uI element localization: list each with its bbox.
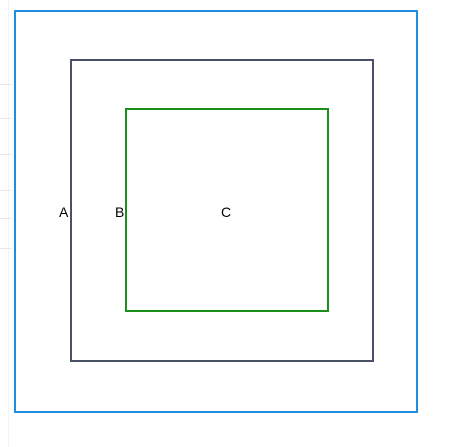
box-a-label: A [59, 204, 69, 220]
left-guide-line [0, 154, 12, 155]
left-guide-line [0, 190, 12, 191]
box-b-label: B [115, 204, 125, 220]
box-c-label: C [221, 204, 232, 220]
left-panel-edge [8, 0, 9, 447]
left-guide-line [0, 118, 12, 119]
left-guide-line [0, 84, 12, 85]
left-guide-line [0, 248, 12, 249]
left-guide-line [0, 218, 12, 219]
